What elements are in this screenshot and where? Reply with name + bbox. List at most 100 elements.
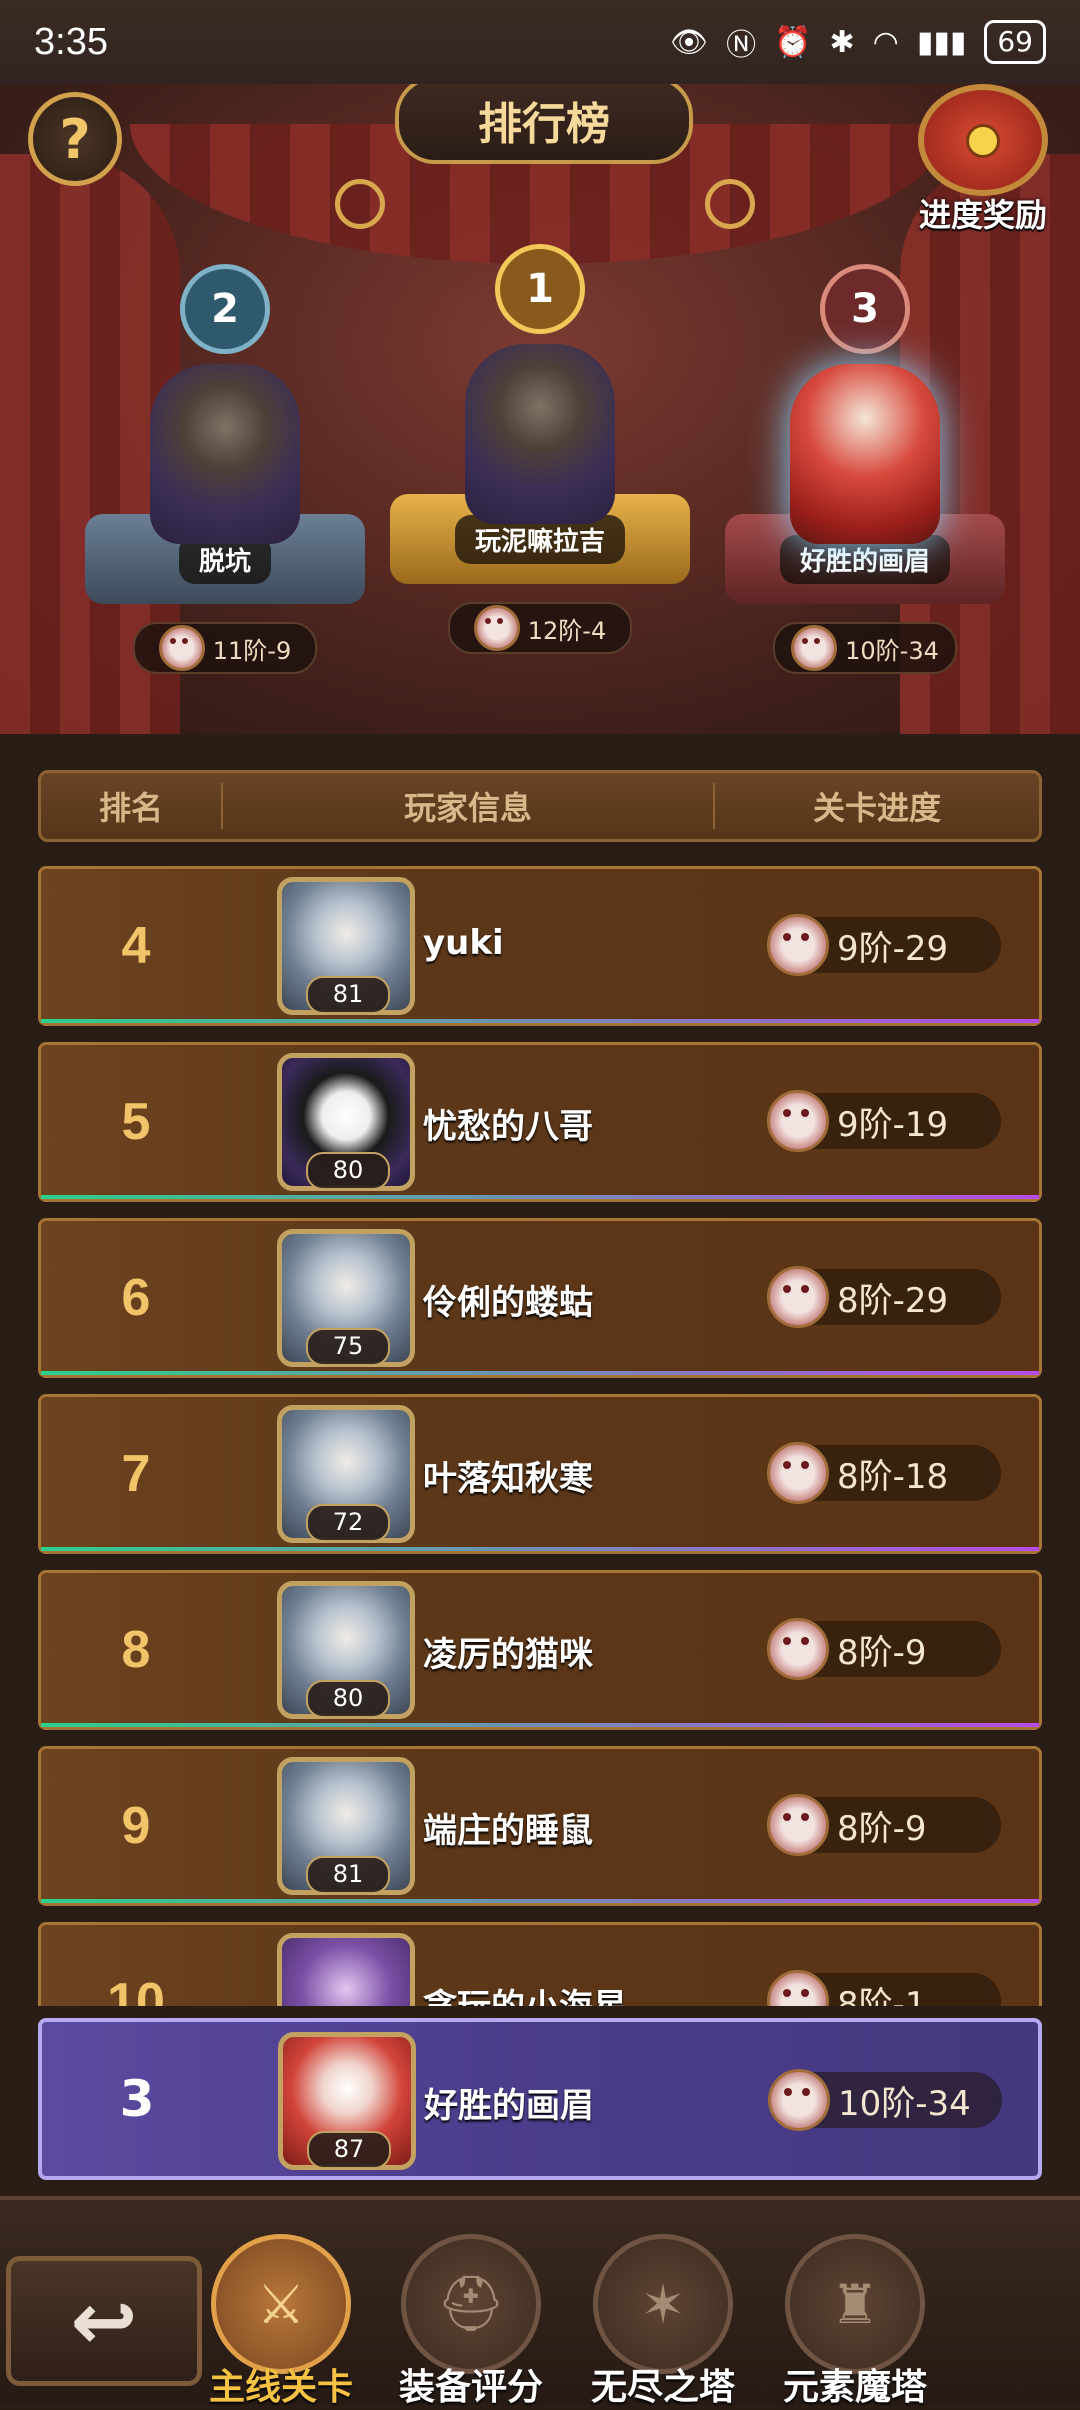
status-icons: 👁 Ⓝ ⏰ ✱ ◠ ▮▮▮ 69 (670, 20, 1046, 64)
bottom-navigation: ↩ ⚔ 主线关卡 ⛑ 装备评分 ✶ 无尽之塔 ♜ 元素魔塔 (0, 2196, 1080, 2408)
help-button[interactable]: ? (28, 92, 122, 186)
status-time: 3:35 (34, 20, 108, 63)
title-ornament-left-icon (335, 179, 385, 229)
stage-progress-text: 8阶-18 (837, 1456, 949, 1497)
row-rank: 6 (121, 1269, 151, 1327)
progress-reward-label: 进度奖励 (918, 196, 1047, 234)
tab-equipment-score[interactable]: ⛑ 装备评分 (386, 2234, 556, 2410)
stage-progress-text: 8阶-9 (837, 1808, 927, 1849)
player-name: 端庄的睡鼠 (423, 1811, 593, 1851)
rank-badge: 2 (180, 264, 270, 354)
ranking-list[interactable]: 4 81 yuki 9阶-29 5 80 忧愁的八哥 9阶-19 6 75 伶俐… (38, 866, 1042, 2006)
avatar-level: 87 (307, 2131, 391, 2169)
row-rank: 10 (107, 1973, 165, 2006)
rank-badge: 1 (495, 244, 585, 334)
avatar[interactable]: 72 (277, 1405, 415, 1543)
rank-badge: 3 (820, 264, 910, 354)
cat-stage-icon (768, 2069, 830, 2131)
cat-stage-icon (158, 625, 205, 671)
helmet-icon: ⛑ (401, 2234, 541, 2374)
avatar[interactable]: 75 (277, 1229, 415, 1367)
table-row[interactable]: 5 80 忧愁的八哥 9阶-19 (38, 1042, 1042, 1202)
avatar-level: 72 (306, 1504, 390, 1542)
avatar-level: 80 (306, 1152, 390, 1190)
stage-progress-text: 8阶-29 (837, 1280, 949, 1321)
4g-signal-icon: ▮▮▮ (916, 24, 967, 60)
podium-stage: 排行榜 ? 进度奖励 2 脱坑 11阶-9 1 玩泥嘛拉吉 12阶-4 3 好胜… (0, 84, 1080, 734)
column-header-player-info: 玩家信息 (223, 783, 715, 829)
back-arrow-icon: ↩ (70, 2274, 138, 2368)
player-avatar (150, 364, 300, 544)
cat-stage-icon (767, 1618, 829, 1680)
my-player-name: 好胜的画眉 (424, 2086, 594, 2126)
row-rank: 7 (121, 1445, 151, 1503)
my-rank-row[interactable]: 3 87 好胜的画眉 10阶-34 (38, 2018, 1042, 2180)
player-avatar (790, 364, 940, 544)
eye-icon: 👁 (670, 24, 709, 60)
wifi-icon: ◠ (872, 24, 899, 60)
podium-rank-1[interactable]: 1 玩泥嘛拉吉 12阶-4 (390, 244, 690, 654)
alarm-icon: ⏰ (774, 24, 812, 60)
table-row[interactable]: 8 80 凌厉的猫咪 8阶-9 (38, 1570, 1042, 1730)
tab-endless-tower[interactable]: ✶ 无尽之塔 (578, 2234, 748, 2410)
player-name: 忧愁的八哥 (423, 1107, 593, 1147)
cat-stage-icon (473, 605, 520, 651)
progress-reward-button[interactable]: 进度奖励 (908, 84, 1058, 234)
avatar-level: 75 (306, 1328, 390, 1366)
column-header-rank: 排名 (41, 783, 223, 829)
podium-stage-progress: 10阶-34 (773, 622, 957, 674)
back-button[interactable]: ↩ (6, 2256, 202, 2386)
podium-rank-3[interactable]: 3 好胜的画眉 10阶-34 (720, 264, 1010, 674)
ranking-table-header: 排名 玩家信息 关卡进度 (38, 770, 1042, 842)
my-rank: 3 (119, 2070, 155, 2128)
row-rank: 8 (121, 1621, 151, 1679)
cat-stage-icon (767, 1266, 829, 1328)
podium-stage-progress: 11阶-9 (133, 622, 317, 674)
tab-main-stages[interactable]: ⚔ 主线关卡 (196, 2234, 366, 2410)
tab-label: 装备评分 (398, 2367, 543, 2408)
stage-progress-text: 9阶-29 (837, 928, 949, 969)
treasure-chest-icon (918, 84, 1048, 196)
avatar[interactable]: 80 (277, 1581, 415, 1719)
bluetooth-icon: ✱ (829, 24, 855, 60)
my-avatar[interactable]: 87 (278, 2032, 416, 2170)
player-avatar (465, 344, 615, 524)
help-icon: ? (59, 107, 91, 171)
avatar[interactable]: 81 (277, 877, 415, 1015)
stage-progress-text: 8阶-9 (837, 1632, 927, 1673)
stage-progress: 8阶-18 (767, 1442, 1001, 1504)
stage-progress: 8阶-29 (767, 1266, 1001, 1328)
table-row[interactable]: 9 81 端庄的睡鼠 8阶-9 (38, 1746, 1042, 1906)
table-row[interactable]: 4 81 yuki 9阶-29 (38, 866, 1042, 1026)
cat-stage-icon (767, 1970, 829, 2006)
table-row[interactable]: 7 72 叶落知秋寒 8阶-18 (38, 1394, 1042, 1554)
status-bar: 3:35 👁 Ⓝ ⏰ ✱ ◠ ▮▮▮ 69 (0, 0, 1080, 84)
cat-stage-icon (791, 625, 838, 671)
page-title: 排行榜 (395, 84, 693, 164)
star-emblem-icon: ✶ (593, 2234, 733, 2374)
avatar[interactable]: 81 (277, 1757, 415, 1895)
podium-rank-2[interactable]: 2 脱坑 11阶-9 (80, 264, 370, 674)
battery-indicator: 69 (984, 20, 1046, 64)
tab-label: 元素魔塔 (782, 2367, 927, 2408)
avatar[interactable]: 80 (277, 1053, 415, 1191)
cat-stage-icon (767, 1090, 829, 1152)
stage-progress-text: 8阶-1 (837, 1984, 927, 2007)
cat-stage-icon (767, 914, 829, 976)
row-rank: 4 (121, 917, 151, 975)
avatar-level: 80 (306, 1680, 390, 1718)
castle-tower-icon: ♜ (785, 2234, 925, 2374)
avatar[interactable] (277, 1933, 415, 2006)
table-row[interactable]: 10 贪玩的小海星 8阶-1 (38, 1922, 1042, 2006)
cat-stage-icon (767, 1794, 829, 1856)
row-rank: 5 (121, 1093, 151, 1151)
avatar-level: 81 (306, 1856, 390, 1894)
nfc-icon: Ⓝ (726, 28, 757, 63)
podium-stage-text: 12阶-4 (527, 616, 607, 645)
podium-stage-progress: 12阶-4 (448, 602, 632, 654)
table-row[interactable]: 6 75 伶俐的蝼蛄 8阶-29 (38, 1218, 1042, 1378)
stage-progress: 8阶-9 (767, 1794, 1001, 1856)
player-name: yuki (423, 923, 504, 963)
title-ornament-right-icon (705, 179, 755, 229)
tab-element-tower[interactable]: ♜ 元素魔塔 (770, 2234, 940, 2410)
